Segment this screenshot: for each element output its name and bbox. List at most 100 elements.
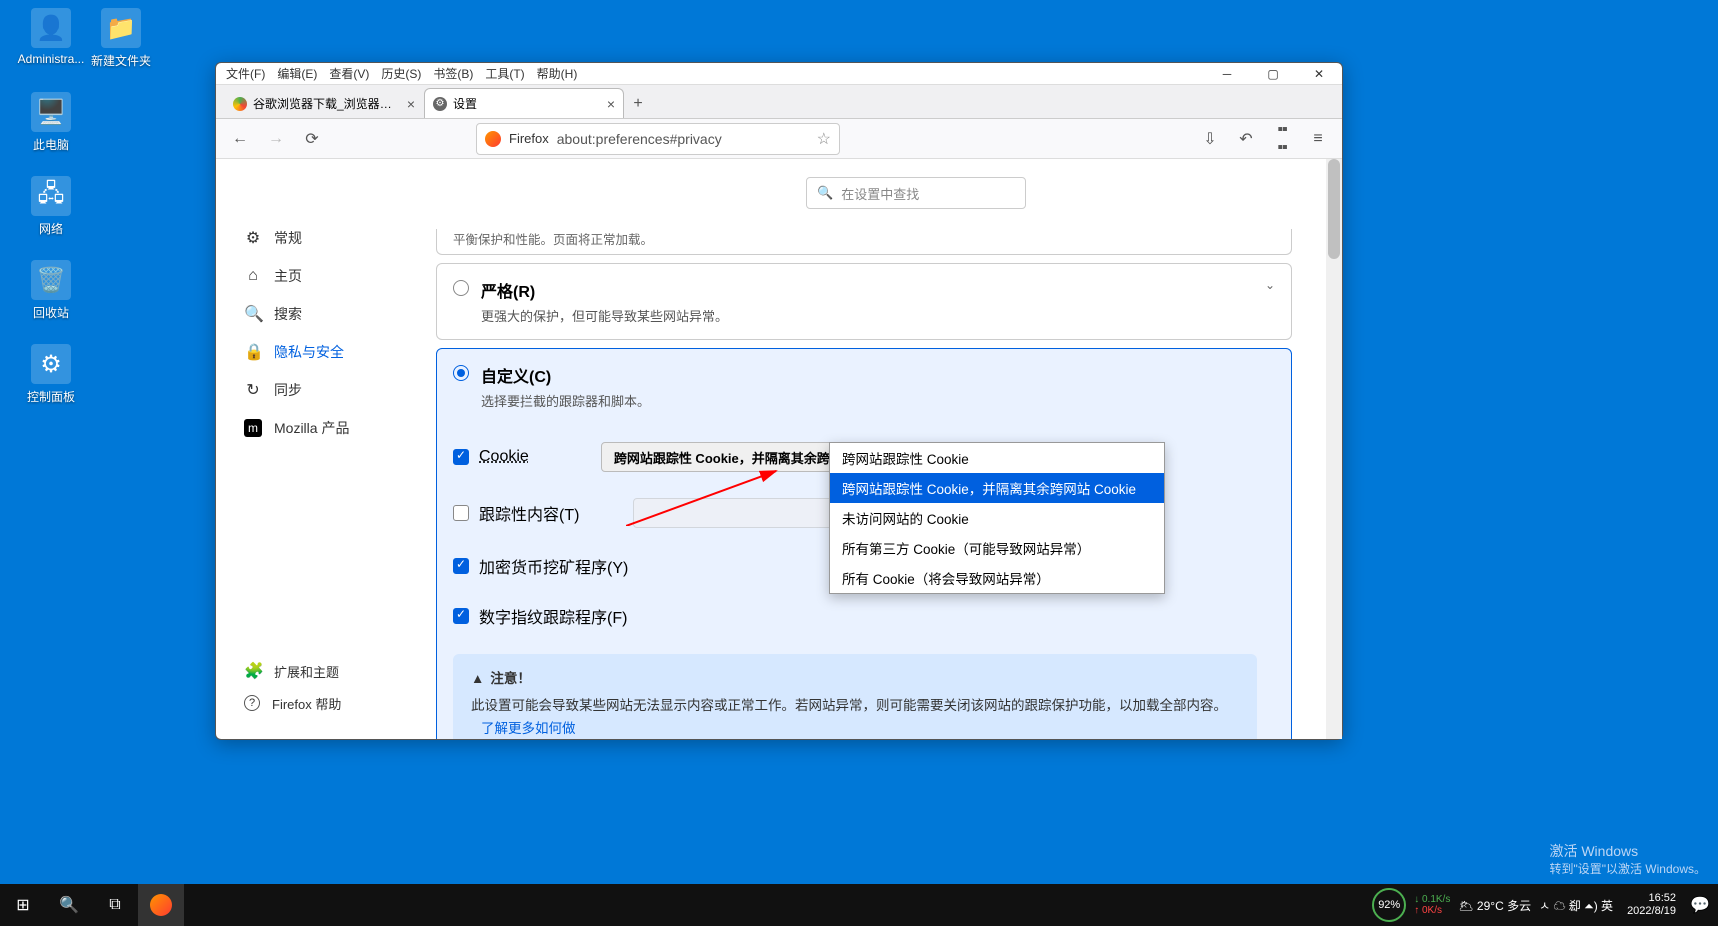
option-desc: 选择要拦截的跟踪器和脚本。 xyxy=(481,391,1275,410)
desktop-icon-network[interactable]: 🖧网络 xyxy=(16,176,86,237)
start-button[interactable]: ⊞ xyxy=(0,884,46,926)
firefox-taskbar-button[interactable] xyxy=(138,884,184,926)
menu-help[interactable]: 帮助(H) xyxy=(531,65,584,82)
alert-body: 此设置可能会导致某些网站无法显示内容或正常工作。若网站异常，则可能需要关闭该网站… xyxy=(471,698,1227,713)
watermark-subtitle: 转到"设置"以激活 Windows。 xyxy=(1549,861,1706,878)
toolbar: ← → ⟳ Firefox about:preferences#privacy … xyxy=(216,119,1342,159)
vertical-scrollbar[interactable] xyxy=(1326,159,1342,739)
settings-sidebar: ⚙ 常规 ⌂主页 🔍搜索 🔒隐私与安全 ↻ 同步 mMozilla 产品 🧩扩展和主… xyxy=(216,159,416,739)
trash-icon: 🗑️ xyxy=(31,260,71,300)
lock-icon: 🔒 xyxy=(244,342,262,362)
menu-history[interactable]: 历史(S) xyxy=(375,65,427,82)
notifications-button[interactable]: 💬 xyxy=(1690,884,1710,926)
firefox-window: 文件(F) 编辑(E) 查看(V) 历史(S) 书签(B) 工具(T) 帮助(H… xyxy=(215,62,1343,740)
cutoff-text: 平衡保护和性能。页面将正常加载。 xyxy=(453,233,653,247)
desktop-icon-folder[interactable]: 📁新建文件夹 xyxy=(86,8,156,69)
tab-close-icon[interactable]: × xyxy=(407,96,415,112)
chrome-favicon-icon xyxy=(233,97,247,111)
tab-close-icon[interactable]: × xyxy=(607,96,615,112)
sidebar-item-search[interactable]: 🔍搜索 xyxy=(236,295,416,333)
network-icon: 🖧 xyxy=(31,176,71,216)
weather-widget[interactable]: 🌥 29°C 多云 xyxy=(1458,897,1531,914)
select-value xyxy=(646,506,650,521)
learn-more-link[interactable]: 了解更多如何做 xyxy=(481,721,576,736)
apps-button[interactable]: ▪▪▪▪ xyxy=(1266,123,1298,155)
reload-button[interactable]: ⟳ xyxy=(296,123,328,155)
desktop-icon-recycle[interactable]: 🗑️回收站 xyxy=(16,260,86,321)
menubar: 文件(F) 编辑(E) 查看(V) 历史(S) 书签(B) 工具(T) 帮助(H… xyxy=(216,63,1342,85)
checkbox-tracking[interactable] xyxy=(453,505,469,521)
menu-edit[interactable]: 编辑(E) xyxy=(271,65,323,82)
url-brand: Firefox xyxy=(509,131,549,146)
scrollbar-thumb[interactable] xyxy=(1328,159,1340,259)
desktop-icon-controlpanel[interactable]: ⚙控制面板 xyxy=(16,344,86,405)
help-icon: ? xyxy=(244,695,260,711)
dropdown-option-selected[interactable]: 跨网站跟踪性 Cookie，并隔离其余跨网站 Cookie xyxy=(830,473,1164,503)
menu-bookmarks[interactable]: 书签(B) xyxy=(427,65,479,82)
clock-time: 16:52 xyxy=(1627,892,1676,905)
checkbox-fingerprint-row: 数字指纹跟踪程序(F) xyxy=(453,604,1257,628)
cookie-dropdown-menu: 跨网站跟踪性 Cookie 跨网站跟踪性 Cookie，并隔离其余跨网站 Coo… xyxy=(829,442,1165,594)
sidebar-item-label: 搜索 xyxy=(274,304,302,324)
search-button[interactable]: 🔍 xyxy=(46,884,92,926)
sidebar-item-mozilla[interactable]: mMozilla 产品 xyxy=(236,409,416,447)
battery-indicator[interactable]: 92% xyxy=(1372,888,1406,922)
dropdown-option[interactable]: 所有 Cookie（将会导致网站异常） xyxy=(830,563,1164,593)
minimize-button[interactable]: ─ xyxy=(1204,63,1250,85)
sidebar-item-sync[interactable]: ↻ 同步 xyxy=(236,371,416,409)
radio-custom[interactable] xyxy=(453,365,469,381)
checkbox-crypto[interactable] xyxy=(453,558,469,574)
menu-button[interactable]: ≡ xyxy=(1302,123,1334,155)
dropdown-option[interactable]: 所有第三方 Cookie（可能导致网站异常） xyxy=(830,533,1164,563)
maximize-button[interactable]: ▢ xyxy=(1250,63,1296,85)
forward-button[interactable]: → xyxy=(260,123,292,155)
tray-icons[interactable]: ㅅ ☁ 㕁 ⏶) 英 xyxy=(1539,897,1613,914)
dropdown-option[interactable]: 未访问网站的 Cookie xyxy=(830,503,1164,533)
watermark-title: 激活 Windows xyxy=(1549,842,1706,862)
checkbox-label: 加密货币挖矿程序(Y) xyxy=(479,554,628,578)
firefox-logo-icon xyxy=(485,131,501,147)
reset-button[interactable]: ↶ xyxy=(1230,123,1262,155)
new-tab-button[interactable]: + xyxy=(624,90,652,118)
back-button[interactable]: ← xyxy=(224,123,256,155)
tab-settings[interactable]: ⚙ 设置 × xyxy=(424,88,624,118)
menu-tools[interactable]: 工具(T) xyxy=(479,65,530,82)
checkbox-cookie[interactable] xyxy=(453,449,469,465)
dropdown-option[interactable]: 跨网站跟踪性 Cookie xyxy=(830,443,1164,473)
option-strict[interactable]: 严格(R) 更强大的保护，但可能导致某些网站异常。 ⌄ xyxy=(436,263,1292,340)
task-view-button[interactable]: ⧉ xyxy=(92,884,138,926)
desktop-icon-thispc[interactable]: 🖥️此电脑 xyxy=(16,92,86,153)
menu-file[interactable]: 文件(F) xyxy=(220,65,271,82)
sidebar-item-general[interactable]: ⚙ 常规 xyxy=(236,219,416,257)
sidebar-item-privacy[interactable]: 🔒隐私与安全 xyxy=(236,333,416,371)
warning-notice: ▲注意！ 此设置可能会导致某些网站无法显示内容或正常工作。若网站异常，则可能需要… xyxy=(453,654,1257,739)
sidebar-item-label: 主页 xyxy=(274,266,302,286)
tabbar: 谷歌浏览器下载_浏览器官网入... × ⚙ 设置 × + xyxy=(216,85,1342,119)
checkbox-label: Cookie xyxy=(479,448,529,466)
sidebar-item-extensions[interactable]: 🧩扩展和主题 xyxy=(236,655,349,687)
radio-strict[interactable] xyxy=(453,280,469,296)
mozilla-icon: m xyxy=(244,419,262,437)
save-pocket-button[interactable]: ⇩ xyxy=(1194,123,1226,155)
desktop-icon-admin[interactable]: 👤Administra... xyxy=(16,8,86,66)
sync-icon: ↻ xyxy=(244,380,262,400)
folder-icon: 📁 xyxy=(101,8,141,48)
url-bar[interactable]: Firefox about:preferences#privacy ☆ xyxy=(476,123,840,155)
checkbox-fingerprint[interactable] xyxy=(453,608,469,624)
chevron-down-icon: ⌄ xyxy=(1265,278,1275,292)
clock[interactable]: 16:52 2022/8/19 xyxy=(1621,892,1682,918)
warning-icon: ▲ xyxy=(471,671,484,686)
sidebar-item-home[interactable]: ⌂主页 xyxy=(236,257,416,295)
tab-chrome-download[interactable]: 谷歌浏览器下载_浏览器官网入... × xyxy=(224,88,424,118)
menu-view[interactable]: 查看(V) xyxy=(323,65,375,82)
sidebar-item-label: 常规 xyxy=(274,228,302,248)
settings-search-input[interactable]: 🔍 在设置中查找 xyxy=(806,177,1026,209)
bookmark-star-icon[interactable]: ☆ xyxy=(817,129,831,149)
sidebar-item-label: 同步 xyxy=(274,380,302,400)
network-speed: ↓ 0.1K/s ↑ 0K/s xyxy=(1414,894,1450,916)
sidebar-item-help[interactable]: ?Firefox 帮助 xyxy=(236,687,349,719)
checkbox-label: 数字指纹跟踪程序(F) xyxy=(479,604,627,628)
search-icon: 🔍 xyxy=(817,185,833,201)
gear-icon: ⚙ xyxy=(244,228,262,248)
close-button[interactable]: ✕ xyxy=(1296,63,1342,85)
